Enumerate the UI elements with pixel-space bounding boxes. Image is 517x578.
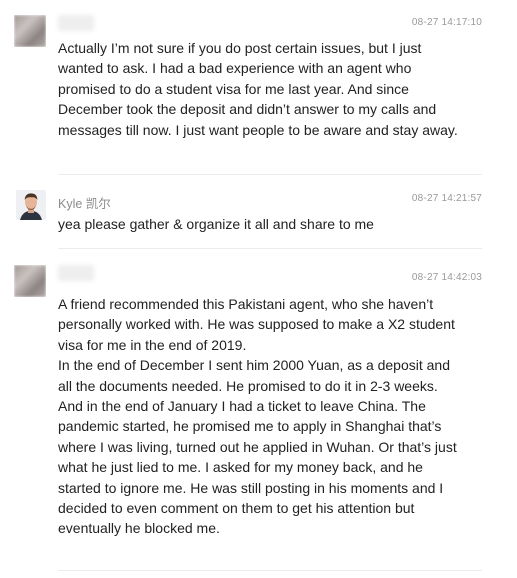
divider bbox=[58, 570, 482, 571]
blurred-author-name bbox=[58, 15, 94, 31]
avatar[interactable] bbox=[14, 15, 46, 47]
comment-text: Actually I’m not sure if you do post cer… bbox=[58, 40, 458, 138]
comment-timestamp: 08-27 14:17:10 bbox=[411, 17, 482, 28]
divider bbox=[58, 174, 482, 175]
avatar[interactable] bbox=[14, 265, 46, 297]
blurred-avatar-image bbox=[14, 15, 46, 47]
comment-text: yea please gather & organize it all and … bbox=[58, 216, 374, 232]
comment-item: 08-27 14:17:10 Actually I’m not sure if … bbox=[0, 0, 517, 176]
comment-text: A friend recommended this Pakistani agen… bbox=[58, 296, 457, 537]
blurred-avatar-image bbox=[14, 265, 46, 297]
avatar[interactable] bbox=[16, 190, 46, 220]
comment-item: 08-27 14:42:03 A friend recommended this… bbox=[0, 250, 517, 570]
comment-author[interactable]: Kyle 凯尔 bbox=[58, 193, 111, 212]
comment-item: Kyle 凯尔 08-27 14:21:57 yea please gather… bbox=[0, 176, 517, 236]
divider bbox=[58, 248, 482, 249]
comment-timestamp: 08-27 14:21:57 bbox=[411, 193, 482, 204]
avatar-image bbox=[16, 190, 46, 220]
blurred-author-name bbox=[58, 265, 94, 281]
comment-timestamp: 08-27 14:42:03 bbox=[411, 272, 482, 283]
